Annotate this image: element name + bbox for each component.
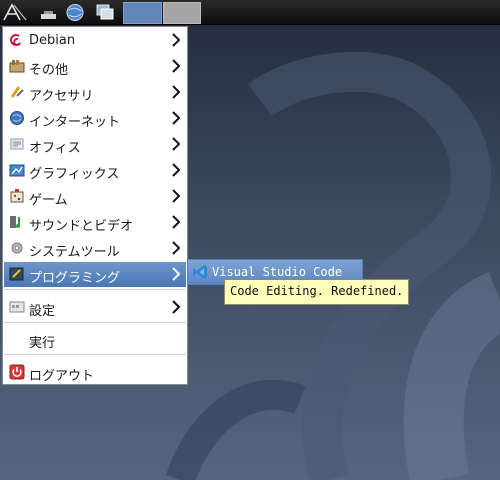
menu-separator bbox=[4, 289, 186, 290]
graphics-icon bbox=[9, 164, 25, 177]
chevron-right-icon bbox=[172, 189, 181, 203]
menu-item-label: オフィス bbox=[29, 141, 81, 156]
logout-icon bbox=[9, 364, 25, 380]
menu-item-label: 設定 bbox=[29, 304, 56, 319]
menu-item-label: 実行 bbox=[29, 336, 56, 351]
windows-icon[interactable] bbox=[93, 2, 117, 23]
menu-item-label: アクセサリ bbox=[29, 89, 94, 104]
top-panel bbox=[0, 0, 500, 25]
menu-item-debian[interactable]: Debian bbox=[4, 28, 186, 53]
application-menu: Debian その他 アクセサリ インターネット オフィス グラフィックス ゲー… bbox=[2, 26, 188, 385]
menu-item-accessories[interactable]: アクセサリ bbox=[4, 80, 186, 105]
menu-item-programming[interactable]: プログラミング bbox=[4, 262, 186, 287]
chevron-right-icon bbox=[172, 111, 181, 125]
menu-item-misc[interactable]: その他 bbox=[4, 54, 186, 79]
taskbar-active-task[interactable] bbox=[123, 2, 162, 24]
menu-item-label: システムツール bbox=[29, 245, 120, 260]
browser-globe-icon[interactable] bbox=[63, 2, 87, 23]
chevron-right-icon bbox=[172, 163, 181, 177]
tooltip: Code Editing. Redefined. bbox=[224, 279, 410, 305]
chevron-right-icon bbox=[172, 267, 181, 281]
system-tools-icon bbox=[11, 242, 23, 254]
debian-swirl-icon bbox=[10, 34, 21, 46]
chevron-right-icon bbox=[172, 215, 181, 229]
menu-item-label: Debian bbox=[29, 33, 76, 48]
menu-item-label: グラフィックス bbox=[29, 167, 120, 182]
menu-item-label: その他 bbox=[29, 63, 69, 78]
lxde-menu-icon[interactable] bbox=[0, 2, 30, 23]
menu-item-label: インターネット bbox=[29, 115, 121, 130]
chevron-right-icon bbox=[172, 59, 181, 73]
vscode-icon bbox=[193, 265, 207, 279]
menu-item-label: ログアウト bbox=[29, 369, 95, 384]
games-icon bbox=[10, 189, 24, 203]
settings-icon bbox=[9, 301, 25, 313]
misc-apps-icon bbox=[9, 60, 25, 73]
menu-separator bbox=[4, 322, 186, 323]
sound-video-icon bbox=[10, 216, 20, 228]
chevron-right-icon bbox=[172, 33, 181, 47]
office-icon bbox=[10, 138, 24, 150]
chevron-right-icon bbox=[172, 300, 181, 314]
menu-separator bbox=[4, 354, 186, 355]
desktop-icon[interactable] bbox=[38, 2, 60, 23]
menu-item-label: プログラミング bbox=[29, 271, 121, 286]
menu-item-label: サウンドとビデオ bbox=[29, 219, 134, 234]
menu-item-sound-video[interactable]: サウンドとビデオ bbox=[4, 210, 186, 235]
menu-item-logout[interactable]: ログアウト bbox=[4, 360, 186, 385]
menu-item-games[interactable]: ゲーム bbox=[4, 184, 186, 209]
accessories-icon bbox=[10, 86, 24, 98]
menu-item-internet[interactable]: インターネット bbox=[4, 106, 186, 131]
menu-item-graphics[interactable]: グラフィックス bbox=[4, 158, 186, 183]
chevron-right-icon bbox=[172, 85, 181, 99]
menu-item-settings[interactable]: 設定 bbox=[4, 295, 186, 320]
chevron-right-icon bbox=[172, 241, 181, 255]
programming-icon bbox=[9, 267, 24, 281]
menu-item-office[interactable]: オフィス bbox=[4, 132, 186, 157]
chevron-right-icon bbox=[172, 137, 181, 151]
menu-item-system-tools[interactable]: システムツール bbox=[4, 236, 186, 261]
menu-item-run[interactable]: 実行 bbox=[4, 327, 186, 352]
taskbar-inactive-task[interactable] bbox=[163, 2, 201, 24]
submenu-item-label: Visual Studio Code bbox=[212, 265, 343, 279]
menu-item-label: ゲーム bbox=[29, 193, 68, 208]
internet-globe-icon bbox=[10, 111, 24, 125]
